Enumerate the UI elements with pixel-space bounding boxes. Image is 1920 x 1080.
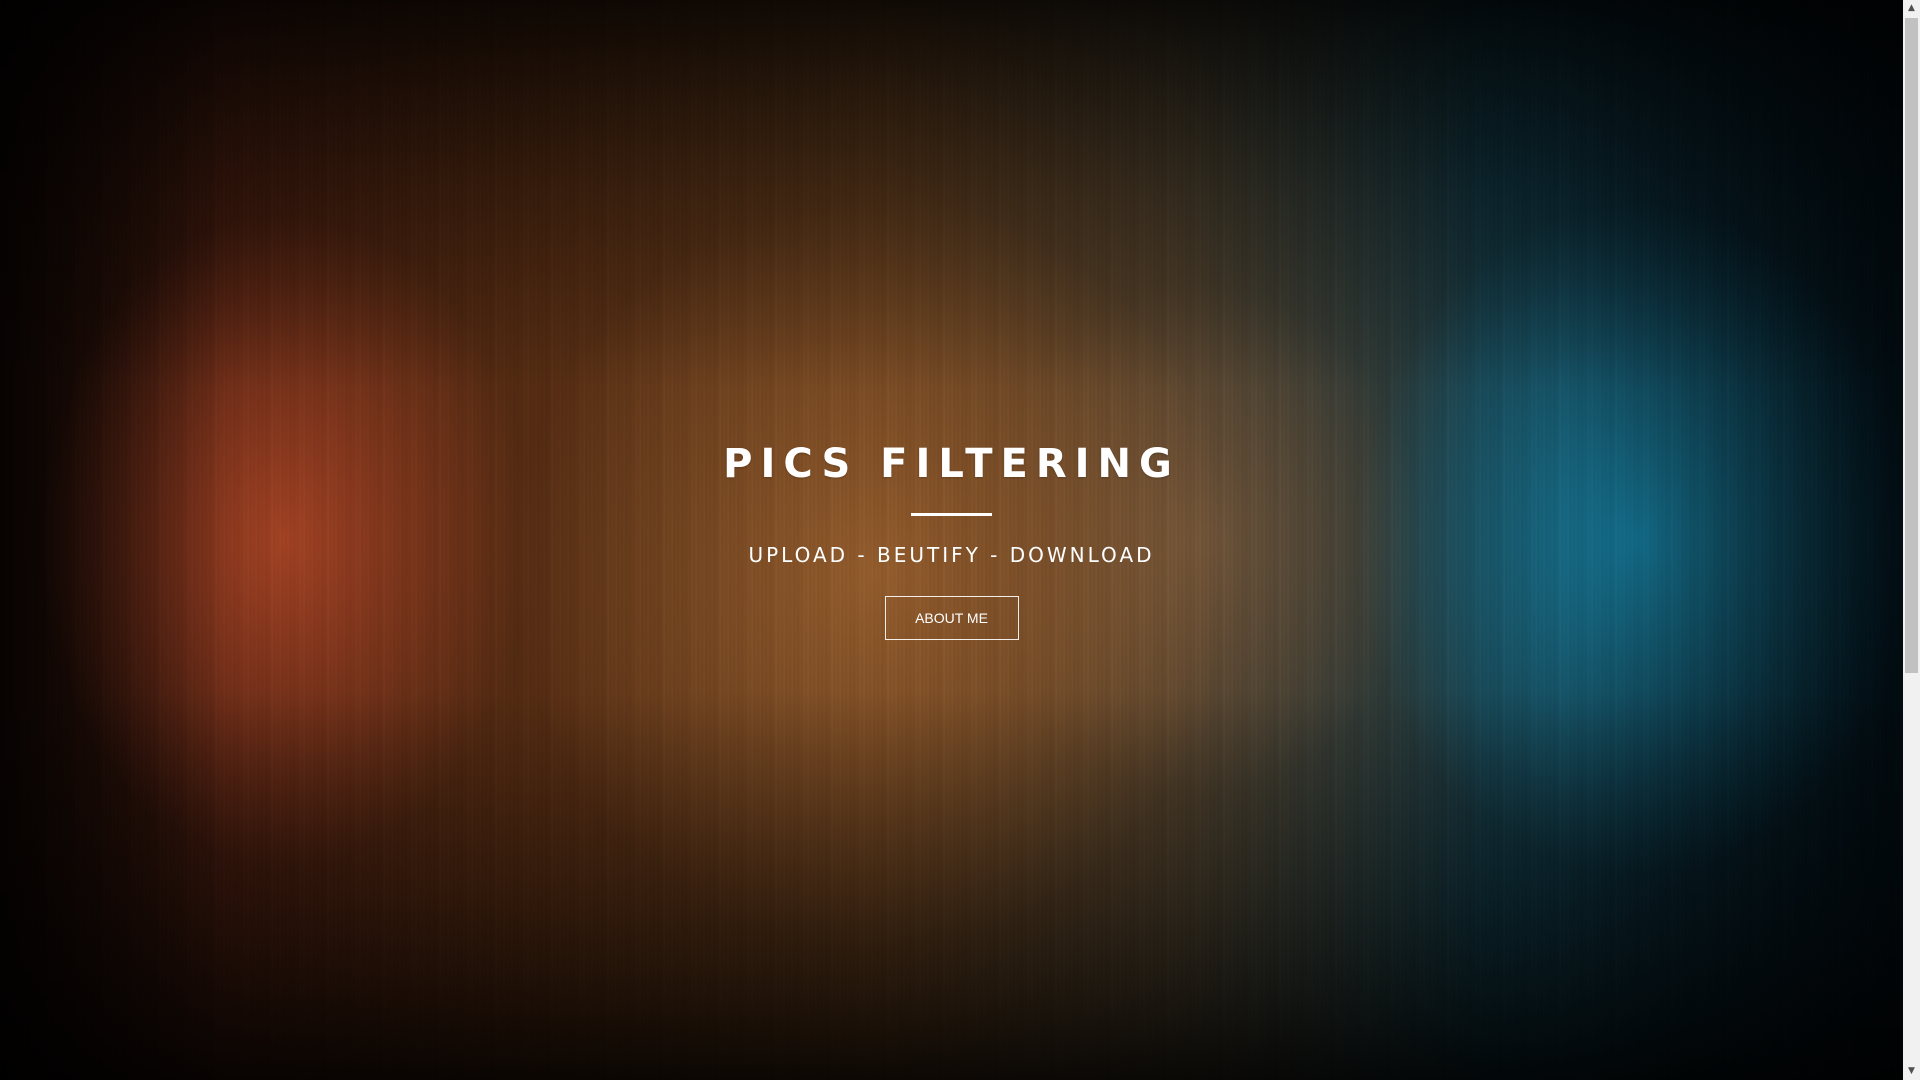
- vertical-scrollbar[interactable]: ▲ ▼: [1903, 0, 1920, 1080]
- scrollbar-thumb[interactable]: [1905, 18, 1918, 673]
- title-divider: [911, 513, 992, 516]
- about-me-button[interactable]: ABOUT ME: [884, 596, 1019, 640]
- page-title: PICS FILTERING: [723, 441, 1180, 487]
- tagline: UPLOAD - BEUTIFY - DOWNLOAD: [748, 543, 1155, 567]
- scroll-up-icon[interactable]: ▲: [1903, 0, 1920, 17]
- scroll-down-icon[interactable]: ▼: [1903, 1063, 1920, 1080]
- hero-content: PICS FILTERING UPLOAD - BEUTIFY - DOWNLO…: [0, 0, 1903, 1080]
